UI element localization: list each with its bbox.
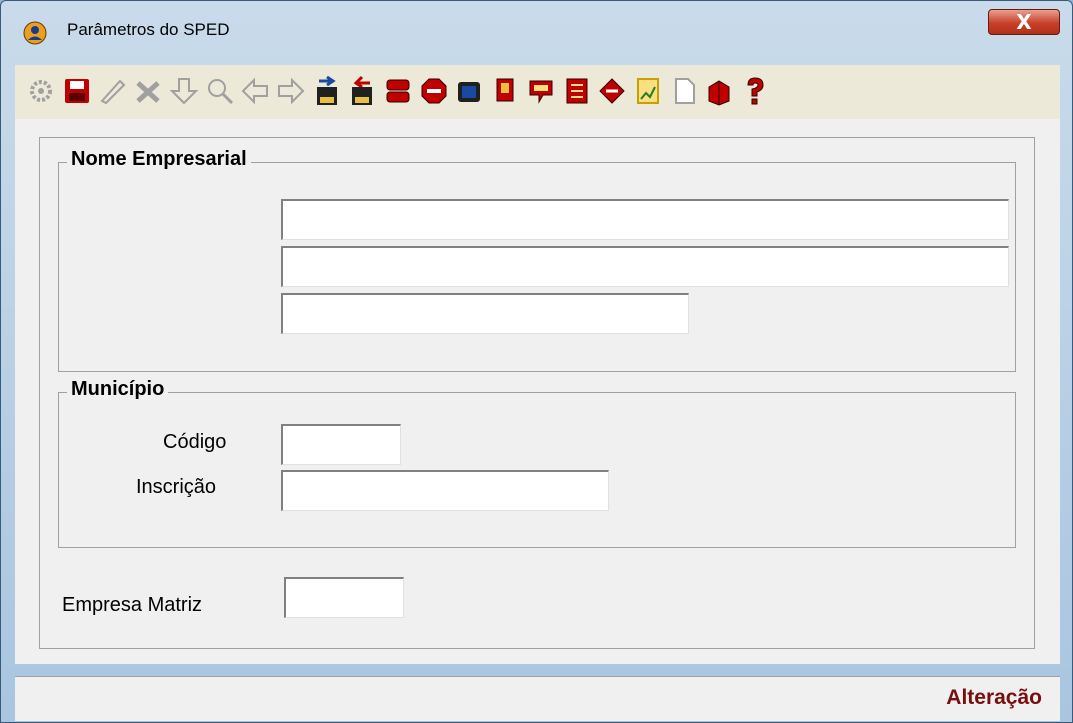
nome-empresarial-line2-input[interactable] [281,246,1009,287]
report-icon [566,78,587,104]
toolbar [15,65,1060,120]
stop-icon [421,78,447,104]
close-icon: X [1016,10,1032,34]
page-icon [674,78,695,104]
help-button[interactable] [739,73,771,109]
transfer-icon [599,78,625,104]
chart-button[interactable] [632,73,664,109]
search-icon [207,79,233,105]
edit-icon [100,79,126,105]
comment-icon [529,80,553,104]
calculator-icon [458,82,481,102]
codigo-label: Código [163,431,227,453]
status-bar: Alteração [15,676,1060,721]
page-button[interactable] [668,73,700,109]
municipio-title: Município [67,378,169,401]
form-area: Nome Empresarial Município Código Inscri… [15,119,1060,664]
codigo-input[interactable] [281,424,401,465]
next-arrow-button[interactable] [275,73,307,109]
calculator-button[interactable] [453,73,485,109]
down-arrow-icon [169,78,199,105]
transfer-button[interactable] [596,73,628,109]
cancel-icon [136,81,160,103]
gear-button[interactable] [25,73,57,109]
search-button[interactable] [204,73,236,109]
prev-arrow-icon [241,77,269,105]
prev-arrow-button[interactable] [239,73,271,109]
main-window: Parâmetros do SPED X Nome Empresarial Mu… [0,0,1073,723]
save-icon [64,79,89,103]
report-button[interactable] [561,73,593,109]
down-arrow-button[interactable] [168,73,200,109]
municipio-group: Município Código Inscrição [58,378,1016,548]
gear-icon [30,80,52,102]
next-arrow-icon [277,77,305,105]
chart-icon [636,78,659,104]
stop-button[interactable] [418,73,450,109]
inscricao-label: Inscrição [136,476,217,498]
title-bar[interactable]: Parâmetros do SPED X [1,1,1072,63]
edit-button[interactable] [96,73,128,109]
open-box-button[interactable] [703,73,735,109]
comment-button[interactable] [525,73,557,109]
help-icon [747,77,764,105]
import-xy-button[interactable] [346,73,378,109]
window-title: Parâmetros do SPED [67,20,230,39]
open-box-icon [708,80,730,106]
list-icon [386,79,410,103]
import-xy-icon [352,75,373,105]
inscricao-input[interactable] [281,470,609,511]
cancel-button[interactable] [132,73,164,109]
nome-empresarial-group: Nome Empresarial [58,148,1016,372]
list-button[interactable] [382,73,414,109]
export-xy-icon [316,75,337,105]
nome-empresarial-line1-input[interactable] [281,199,1009,240]
document-icon [496,78,514,102]
empresa-matriz-input[interactable] [284,577,404,618]
nome-empresarial-line3-input[interactable] [281,293,689,334]
document-button[interactable] [489,73,521,109]
nome-empresarial-title: Nome Empresarial [67,148,251,171]
status-mode: Alteração [946,686,1042,709]
save-button[interactable] [61,73,93,109]
form-panel: Nome Empresarial Município Código Inscri… [39,137,1035,649]
export-xy-button[interactable] [311,73,343,109]
close-button[interactable]: X [988,9,1060,35]
app-icon [23,21,47,45]
empresa-matriz-label: Empresa Matriz [62,594,203,616]
